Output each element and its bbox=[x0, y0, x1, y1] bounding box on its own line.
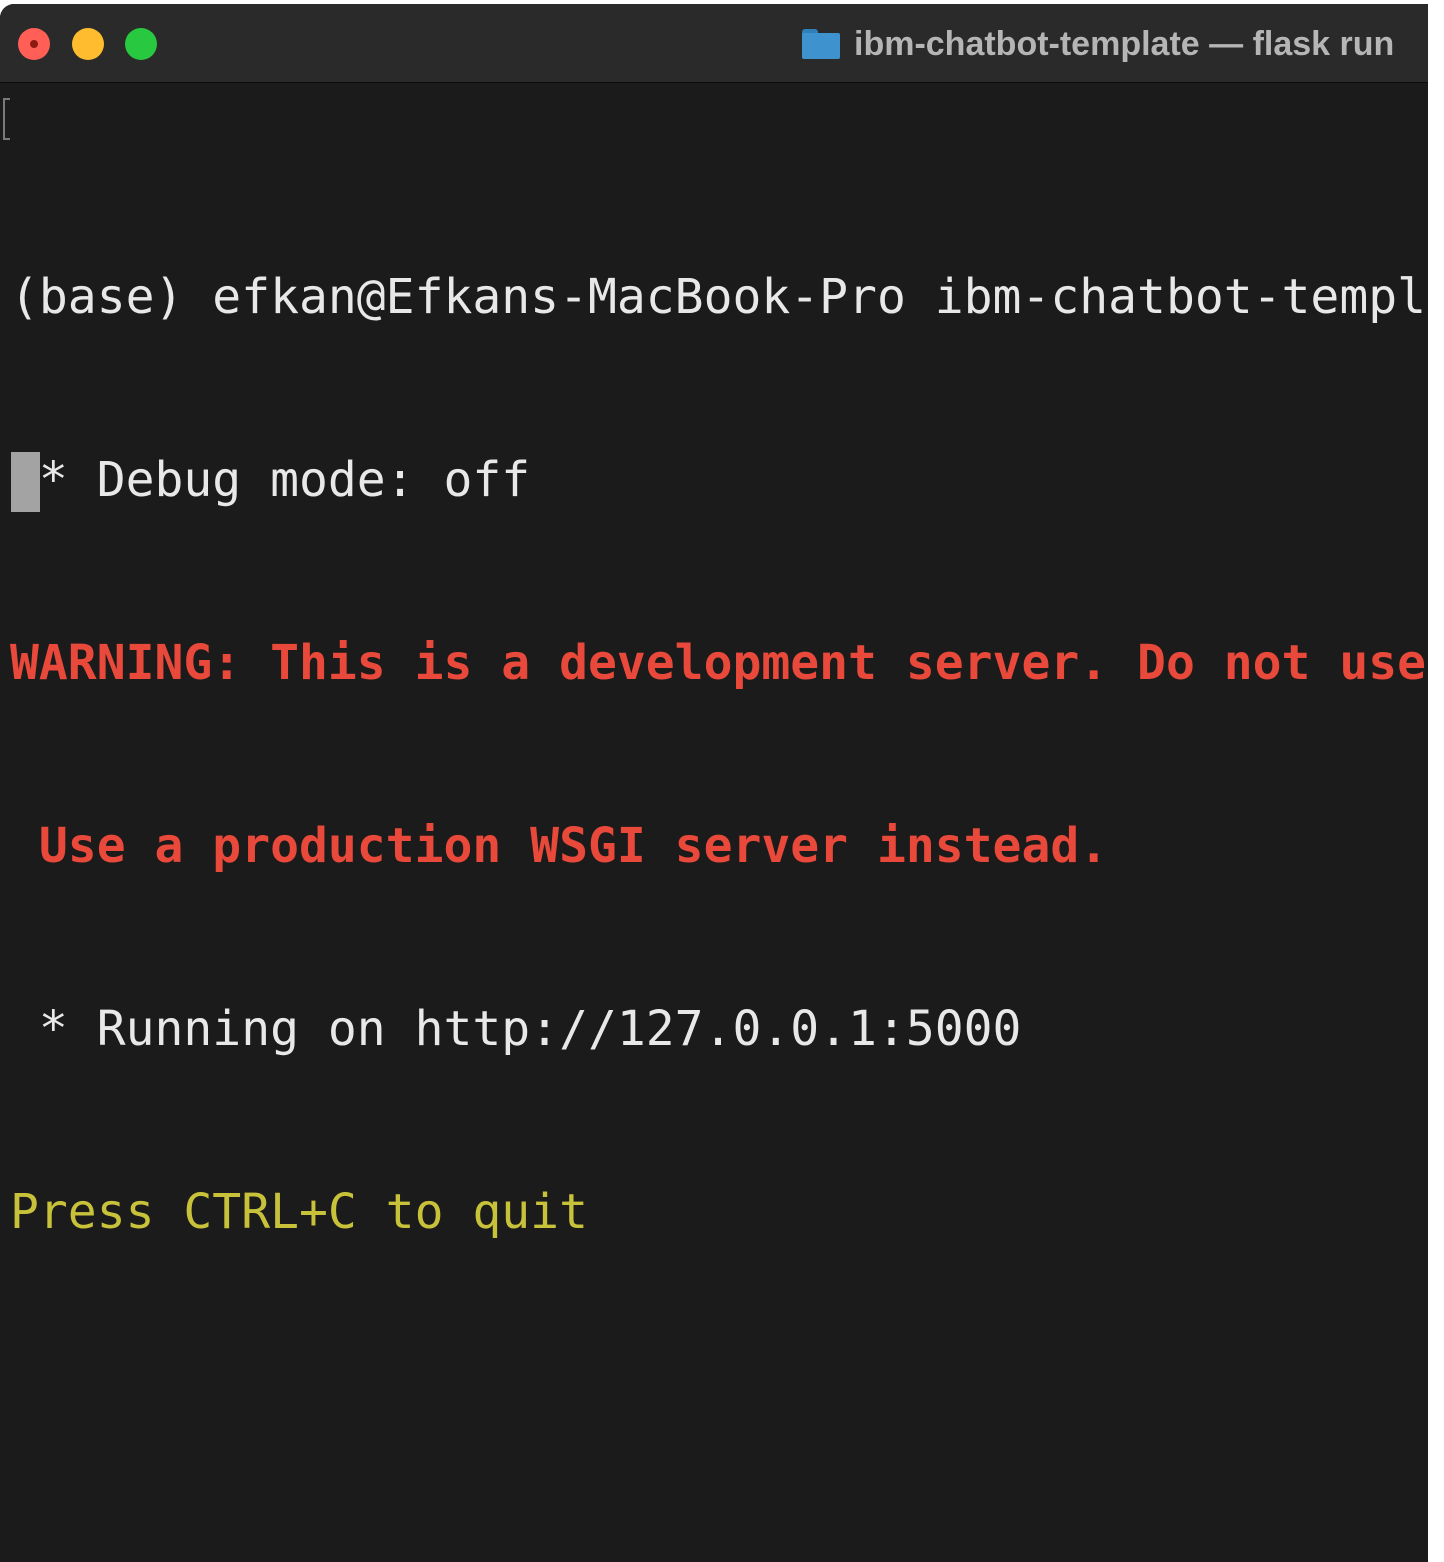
terminal-output[interactable]: (base) efkan@Efkans-MacBook-Pro ibm-chat… bbox=[0, 84, 1428, 1562]
terminal-line-quit-hint: Press CTRL+C to quit bbox=[10, 1184, 588, 1240]
prompt-mark-icon bbox=[3, 98, 10, 140]
maximize-window-button[interactable] bbox=[125, 28, 157, 60]
window-title-group: ibm-chatbot-template — flask run bbox=[802, 20, 1394, 68]
terminal-line-warning-hint: Use a production WSGI server instead. bbox=[10, 818, 1109, 874]
terminal-line-warning: WARNING: This is a development server. D… bbox=[10, 635, 1427, 691]
close-window-button[interactable] bbox=[18, 28, 50, 60]
text-cursor bbox=[11, 452, 40, 512]
terminal-window: ibm-chatbot-template — flask run (base) … bbox=[0, 4, 1428, 1562]
folder-icon bbox=[802, 29, 840, 59]
minimize-window-button[interactable] bbox=[72, 28, 104, 60]
terminal-line-debug-mode: * Debug mode: off bbox=[10, 452, 531, 508]
terminal-line-prompt: (base) efkan@Efkans-MacBook-Pro ibm-chat… bbox=[10, 269, 1428, 325]
window-title: ibm-chatbot-template — flask run bbox=[854, 24, 1395, 63]
terminal-line-running-on: * Running on http://127.0.0.1:5000 bbox=[10, 1001, 1022, 1057]
title-bar[interactable]: ibm-chatbot-template — flask run bbox=[0, 4, 1428, 83]
